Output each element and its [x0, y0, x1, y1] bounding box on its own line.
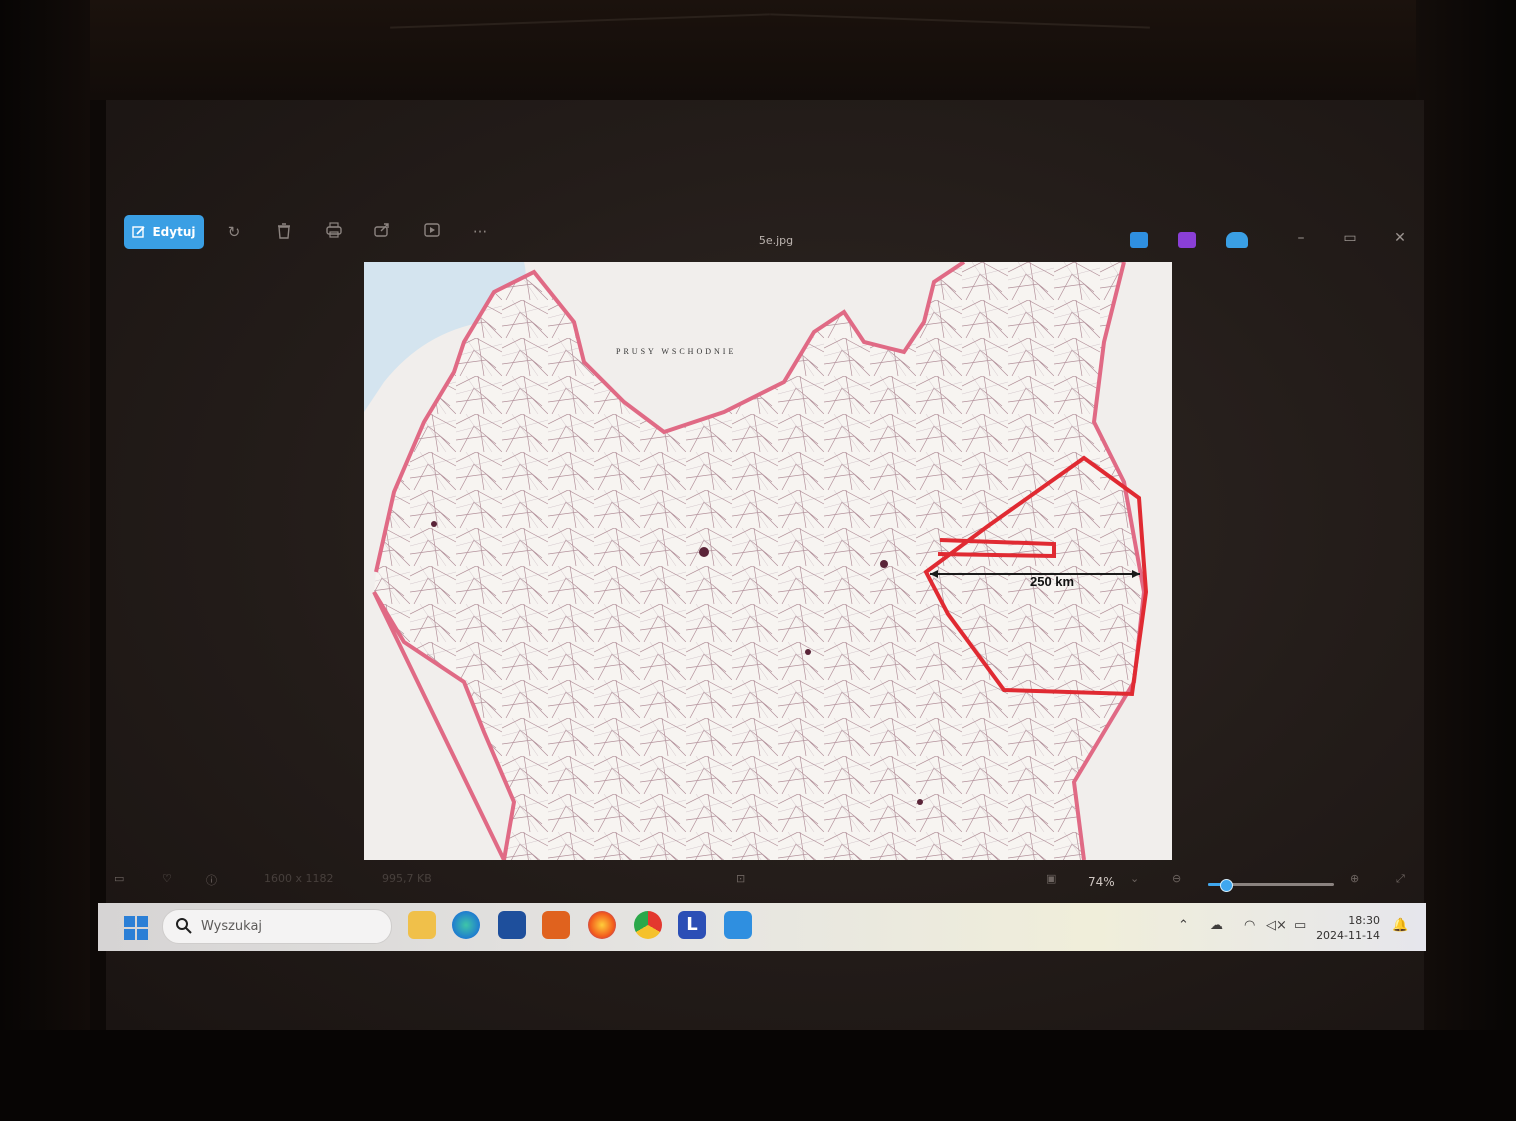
clock-time: 18:30 [1348, 914, 1380, 927]
share-icon[interactable] [372, 222, 392, 242]
start-icon[interactable] [124, 916, 148, 940]
image-dimensions: 1600 x 1182 [264, 872, 334, 885]
orange-app-icon[interactable] [542, 911, 570, 939]
zoom-slider-thumb[interactable] [1219, 879, 1233, 892]
zoom-level[interactable]: 74% [1088, 875, 1115, 889]
wifi-icon[interactable]: ◠ [1244, 918, 1255, 933]
photos-app-icon[interactable] [724, 911, 752, 939]
slideshow-icon[interactable] [422, 222, 442, 242]
minimize-button[interactable]: – [1291, 230, 1311, 246]
clock-date: 2024-11-14 [1316, 929, 1380, 942]
room-wall-right [1416, 0, 1516, 1121]
file-name-title: 5e.jpg [758, 234, 794, 247]
fit-to-window-icon[interactable]: ⊡ [736, 872, 745, 885]
close-button[interactable]: ✕ [1390, 230, 1410, 246]
zoom-out-icon[interactable]: ⊖ [1172, 872, 1181, 885]
edit-button-label: Edytuj [152, 225, 196, 239]
city-marker [917, 799, 923, 805]
actual-size-icon[interactable]: ▣ [1046, 872, 1056, 885]
projection-screen: Edytuj ↻ ··· 5e.jpg – ▭ ✕ 250 km PRUSY W… [98, 100, 1426, 1030]
file-size: 995,7 KB [382, 872, 432, 885]
clipchamp-icon[interactable] [1178, 232, 1196, 248]
zoom-slider[interactable] [1208, 879, 1334, 892]
edit-icon [132, 226, 146, 238]
city-marker [699, 547, 709, 557]
notifications-icon[interactable]: 🔔 [1392, 918, 1408, 933]
search-icon [176, 918, 192, 934]
delete-icon[interactable] [274, 222, 294, 242]
onedrive-icon[interactable] [1226, 232, 1248, 248]
firefox-icon[interactable] [588, 911, 616, 939]
show-hidden-icons[interactable]: ⌃ [1178, 918, 1189, 933]
microsoft-store-icon[interactable] [498, 911, 526, 939]
city-marker [805, 649, 811, 655]
fullscreen-icon[interactable]: ⤢ [1396, 872, 1405, 886]
chrome-icon[interactable] [634, 911, 662, 939]
windows-taskbar: Wyszukaj L ⌃ ☁ ◠ ◁× ▭ 18:30 2024-11-14 🔔 [98, 903, 1426, 951]
image-app-icon[interactable] [1130, 232, 1148, 248]
l-app-icon[interactable]: L [678, 911, 706, 939]
cloud-sync-icon[interactable]: ☁ [1210, 918, 1223, 933]
filmstrip-icon[interactable]: ▭ [114, 872, 124, 885]
edge-icon[interactable] [452, 911, 480, 939]
scale-label: 250 km [1030, 574, 1074, 589]
info-icon[interactable]: ⓘ [206, 872, 217, 888]
room-floor [0, 1030, 1516, 1121]
map-graphic: 250 km PRUSY WSCHODNIE [364, 262, 1149, 860]
print-icon[interactable] [324, 222, 344, 242]
city-marker [880, 560, 888, 568]
file-explorer-icon[interactable] [408, 911, 436, 939]
battery-icon[interactable]: ▭ [1294, 918, 1306, 933]
chevron-down-icon[interactable]: ⌄ [1130, 872, 1139, 885]
photos-command-bar: Edytuj ↻ ··· 5e.jpg – ▭ ✕ [106, 210, 1424, 254]
displayed-image-map: 250 km PRUSY WSCHODNIE [364, 262, 1172, 860]
photos-status-bar: ▭ ♡ ⓘ 1600 x 1182 995,7 KB ⊡ ▣ 74% ⌄ ⊖ ⊕… [106, 866, 1424, 896]
search-placeholder: Wyszukaj [201, 919, 263, 934]
zoom-in-icon[interactable]: ⊕ [1350, 872, 1359, 885]
rotate-icon[interactable]: ↻ [224, 222, 244, 242]
taskbar-clock[interactable]: 18:30 2024-11-14 [1310, 913, 1380, 943]
restore-button[interactable]: ▭ [1340, 230, 1360, 246]
city-marker [431, 521, 437, 527]
speaker-muted-icon[interactable]: ◁× [1266, 918, 1287, 933]
region-label: PRUSY WSCHODNIE [616, 347, 736, 356]
edit-button[interactable]: Edytuj [124, 215, 204, 249]
more-options-icon[interactable]: ··· [470, 222, 490, 242]
taskbar-search[interactable]: Wyszukaj [162, 909, 392, 944]
room-wall-left [0, 0, 90, 1121]
favorite-icon[interactable]: ♡ [162, 872, 172, 885]
